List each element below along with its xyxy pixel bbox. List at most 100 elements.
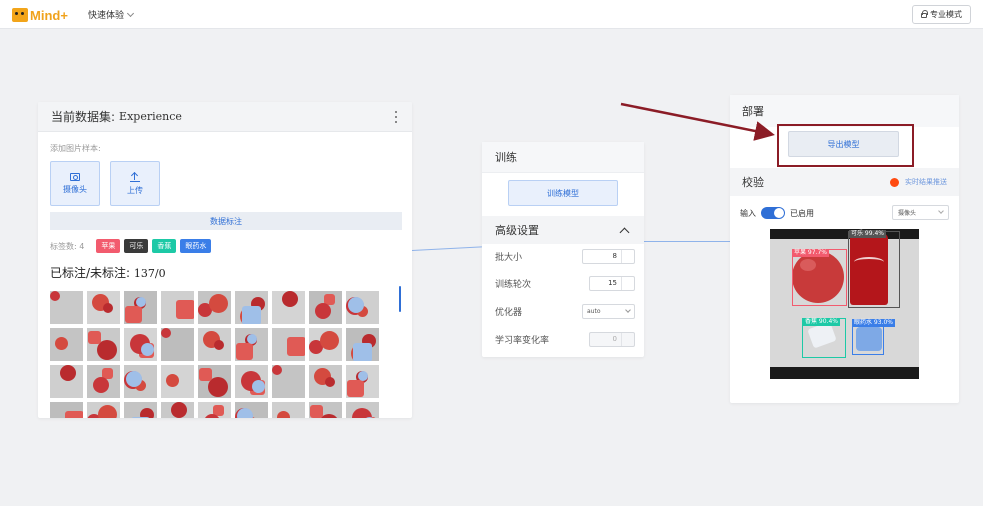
stepper-icon[interactable]	[621, 249, 634, 263]
mode-dropdown[interactable]: 快速体验	[88, 8, 135, 21]
add-samples-label: 添加图片样本:	[50, 144, 101, 153]
sample-thumbnail[interactable]	[235, 365, 268, 398]
sample-thumbnail[interactable]	[309, 402, 342, 418]
sample-thumbnail[interactable]	[50, 365, 83, 398]
sample-thumbnail[interactable]	[50, 328, 83, 361]
upload-button-label: 上传	[127, 185, 143, 195]
labeled-count: 已标注/未标注: 137/0	[50, 264, 166, 281]
param-label: 训练轮次	[495, 279, 532, 290]
annotate-button[interactable]: 数据标注	[50, 212, 402, 230]
sample-thumbnail[interactable]	[198, 402, 231, 418]
sample-thumbnail[interactable]	[87, 365, 120, 398]
tag-cola[interactable]: 可乐	[124, 239, 149, 253]
sample-thumbnail[interactable]	[272, 365, 305, 398]
camera-button[interactable]: 摄像头	[50, 161, 100, 206]
sample-thumbnail[interactable]	[87, 291, 120, 324]
sample-thumbnail[interactable]	[272, 291, 305, 324]
live-push-label: 实时结果推送	[905, 178, 947, 186]
upload-icon	[130, 172, 140, 182]
dataset-panel: 当前数据集: Experience 添加图片样本: 摄像头 上传 数据标注 标签…	[38, 102, 412, 418]
sample-thumbnail[interactable]	[198, 328, 231, 361]
live-push-toggle[interactable]: 实时结果推送	[890, 177, 947, 187]
top-bar: Mind+ 快速体验 专业模式	[0, 0, 983, 29]
optimizer-select[interactable]: auto	[582, 303, 635, 319]
camera-select[interactable]: 摄像头	[892, 205, 949, 220]
mind-plus-logo[interactable]: Mind+	[12, 6, 68, 24]
stepper-icon[interactable]	[621, 332, 634, 346]
dataset-header: 当前数据集: Experience	[38, 102, 412, 132]
sample-thumbnail[interactable]	[235, 328, 268, 361]
input-toggle[interactable]	[761, 207, 785, 219]
training-title: 训练	[482, 142, 644, 173]
sample-thumbnail[interactable]	[309, 328, 342, 361]
sample-thumbnail[interactable]	[235, 291, 268, 324]
chevron-down-icon	[126, 9, 135, 17]
advanced-settings-title: 高级设置	[495, 224, 539, 237]
lock-icon	[921, 10, 928, 18]
sample-thumbnail[interactable]	[309, 291, 342, 324]
detection-label: 可乐 99.4%	[849, 230, 886, 238]
input-row: 输入 已启用	[740, 207, 814, 219]
detection-label: 苹果 97.7%	[792, 249, 829, 257]
param-label: 学习率变化率	[495, 335, 550, 346]
sample-thumbnail[interactable]	[198, 365, 231, 398]
chevron-down-icon	[625, 306, 631, 313]
mode-dropdown-label: 快速体验	[88, 11, 125, 21]
sample-thumbnail[interactable]	[346, 291, 379, 324]
logo-text: Mind+	[30, 7, 68, 23]
sample-thumbnail[interactable]	[87, 328, 120, 361]
camera-icon	[70, 172, 80, 181]
sample-thumbnail[interactable]	[272, 328, 305, 361]
sample-thumbnail[interactable]	[272, 402, 305, 418]
detection-label: 香蕉 90.4%	[803, 318, 840, 326]
connector-line	[644, 241, 730, 242]
sample-thumbnail[interactable]	[161, 402, 194, 418]
sample-thumbnail[interactable]	[161, 291, 194, 324]
highlight-box	[777, 124, 914, 167]
pro-mode-label: 专业模式	[930, 10, 962, 19]
sample-thumbnail[interactable]	[124, 365, 157, 398]
image-sample-grid	[50, 291, 380, 418]
tag-eye-drops[interactable]: 眼药水	[180, 239, 212, 253]
sample-thumbnail[interactable]	[50, 291, 83, 324]
param-batch-size: 批大小 8	[495, 248, 635, 264]
chevron-up-icon[interactable]	[619, 227, 630, 237]
upload-button[interactable]: 上传	[110, 161, 160, 206]
sample-thumbnail[interactable]	[161, 365, 194, 398]
sample-thumbnail[interactable]	[124, 402, 157, 418]
tag-banana[interactable]: 香蕉	[152, 239, 177, 253]
sample-thumbnail[interactable]	[346, 328, 379, 361]
sample-thumbnail[interactable]	[124, 328, 157, 361]
param-label: 批大小	[495, 252, 523, 263]
sample-thumbnail[interactable]	[198, 291, 231, 324]
sample-thumbnail[interactable]	[87, 402, 120, 418]
sample-thumbnail[interactable]	[309, 365, 342, 398]
lr-decay-input[interactable]: 0	[589, 331, 635, 347]
param-label: 优化器	[495, 307, 523, 318]
tags-row: 标签数: 4 苹果 可乐 香蕉 眼药水	[50, 239, 212, 253]
advanced-settings-header[interactable]: 高级设置	[482, 216, 644, 244]
sample-thumbnail[interactable]	[161, 328, 194, 361]
training-panel: 训练 训练模型 高级设置 批大小 8 训练轮次 15 优化器 auto 学习率变…	[482, 142, 644, 357]
camera-button-label: 摄像头	[63, 184, 87, 194]
detection-box-apple	[792, 249, 847, 306]
more-options-icon[interactable]	[395, 111, 398, 123]
sample-thumbnail[interactable]	[346, 365, 379, 398]
sample-thumbnail[interactable]	[346, 402, 379, 418]
camera-preview: 苹果 97.7% 可乐 99.4% 香蕉 90.4% 眼药水 93.0%	[770, 229, 919, 379]
dataset-title: 当前数据集:	[51, 110, 116, 124]
dataset-name: Experience	[119, 110, 182, 123]
sample-thumbnail[interactable]	[235, 402, 268, 418]
enabled-label: 已启用	[790, 208, 814, 218]
pro-mode-button[interactable]: 专业模式	[912, 5, 971, 24]
tag-apple[interactable]: 苹果	[96, 239, 121, 253]
epochs-input[interactable]: 15	[589, 275, 635, 291]
param-lr-decay: 学习率变化率 0	[495, 331, 635, 347]
sample-thumbnail[interactable]	[50, 402, 83, 418]
robot-logo-icon	[12, 8, 28, 22]
scrollbar[interactable]	[399, 286, 401, 312]
sample-thumbnail[interactable]	[124, 291, 157, 324]
stepper-icon[interactable]	[621, 276, 634, 290]
train-model-button[interactable]: 训练模型	[508, 180, 618, 206]
batch-size-input[interactable]: 8	[582, 248, 635, 264]
